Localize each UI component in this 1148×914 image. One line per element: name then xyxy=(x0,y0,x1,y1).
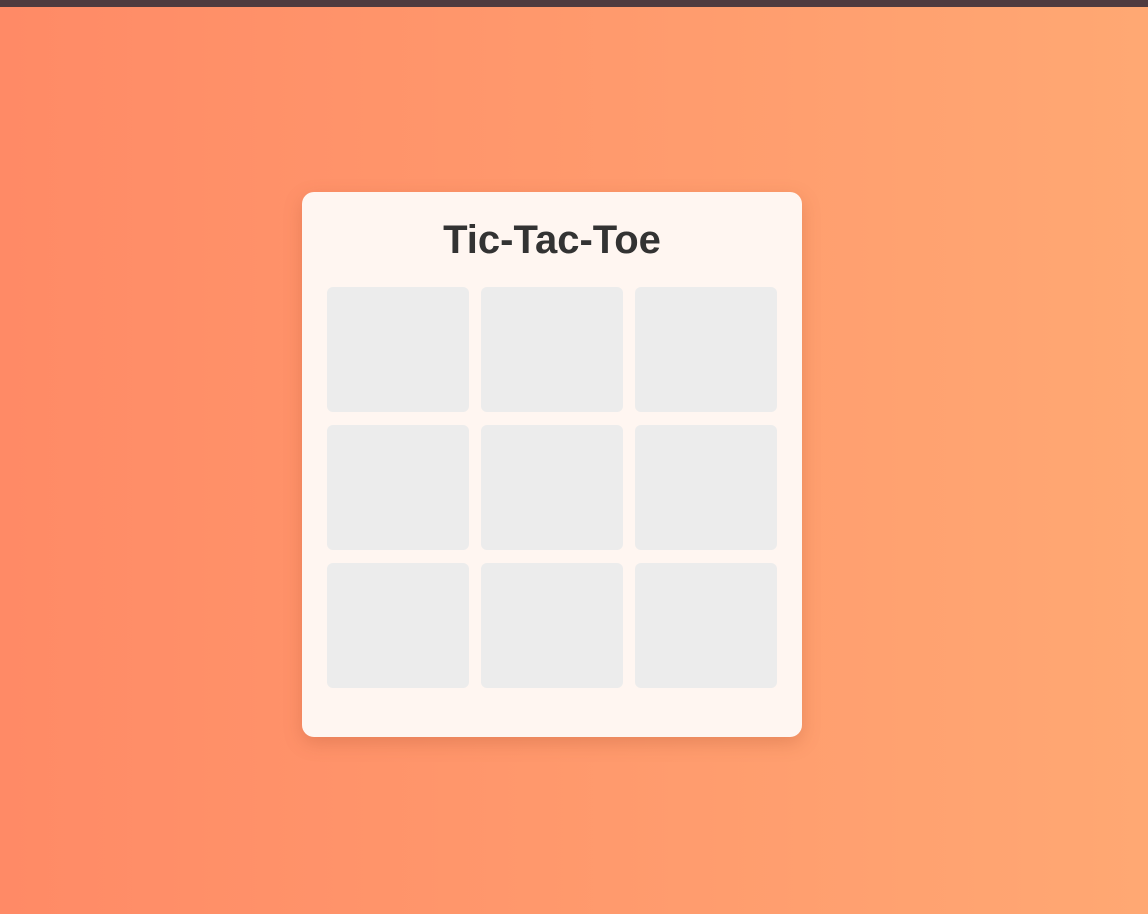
board-cell-7[interactable] xyxy=(327,563,469,688)
board-cell-4[interactable] xyxy=(327,425,469,550)
game-title: Tic-Tac-Toe xyxy=(443,218,661,262)
board-cell-6[interactable] xyxy=(635,425,777,550)
board-cell-8[interactable] xyxy=(481,563,623,688)
board-cell-2[interactable] xyxy=(481,287,623,412)
game-board xyxy=(327,287,777,688)
board-cell-3[interactable] xyxy=(635,287,777,412)
board-cell-5[interactable] xyxy=(481,425,623,550)
top-bar xyxy=(0,0,1148,7)
board-cell-9[interactable] xyxy=(635,563,777,688)
board-cell-1[interactable] xyxy=(327,287,469,412)
game-card: Tic-Tac-Toe xyxy=(302,192,802,737)
